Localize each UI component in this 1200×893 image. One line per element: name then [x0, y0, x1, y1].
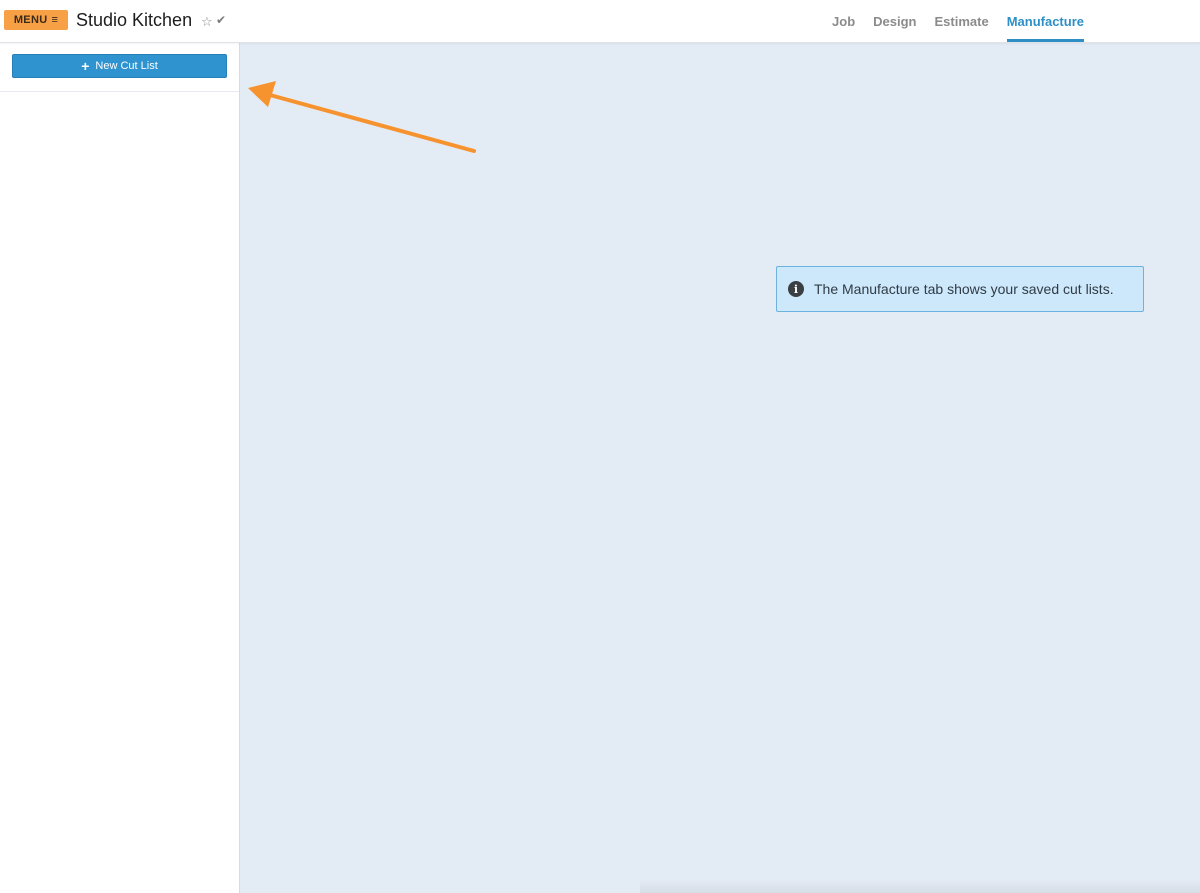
- job-title: Studio Kitchen: [76, 10, 193, 30]
- tab-job[interactable]: Job: [832, 0, 855, 42]
- tab-design[interactable]: Design: [873, 0, 916, 42]
- check-icon: ✔: [216, 13, 227, 27]
- menu-label: MENU: [13, 14, 48, 26]
- top-header: MENU ≡ Studio Kitchen ☆ ✔ Job Design Est…: [0, 0, 1200, 43]
- cut-list-sidebar: + New Cut List: [0, 43, 240, 893]
- info-alert: i The Manufacture tab shows your saved c…: [776, 266, 1144, 312]
- new-cut-list-label: New Cut List: [95, 60, 158, 72]
- tab-estimate[interactable]: Estimate: [935, 0, 989, 42]
- plus-icon: +: [81, 58, 90, 74]
- menu-button[interactable]: MENU ≡: [4, 10, 68, 30]
- star-icon[interactable]: ☆: [201, 14, 213, 30]
- bottom-shadow: [640, 879, 1200, 893]
- info-message: The Manufacture tab shows your saved cut…: [814, 281, 1114, 297]
- sidebar-toolbar: + New Cut List: [0, 43, 239, 92]
- main-tabs: Job Design Estimate Manufacture: [814, 0, 1085, 42]
- hamburger-icon: ≡: [51, 14, 59, 26]
- main-content: i The Manufacture tab shows your saved c…: [240, 43, 1200, 893]
- info-icon: i: [788, 281, 804, 297]
- new-cut-list-button[interactable]: + New Cut List: [12, 54, 227, 78]
- tab-manufacture[interactable]: Manufacture: [1006, 0, 1085, 42]
